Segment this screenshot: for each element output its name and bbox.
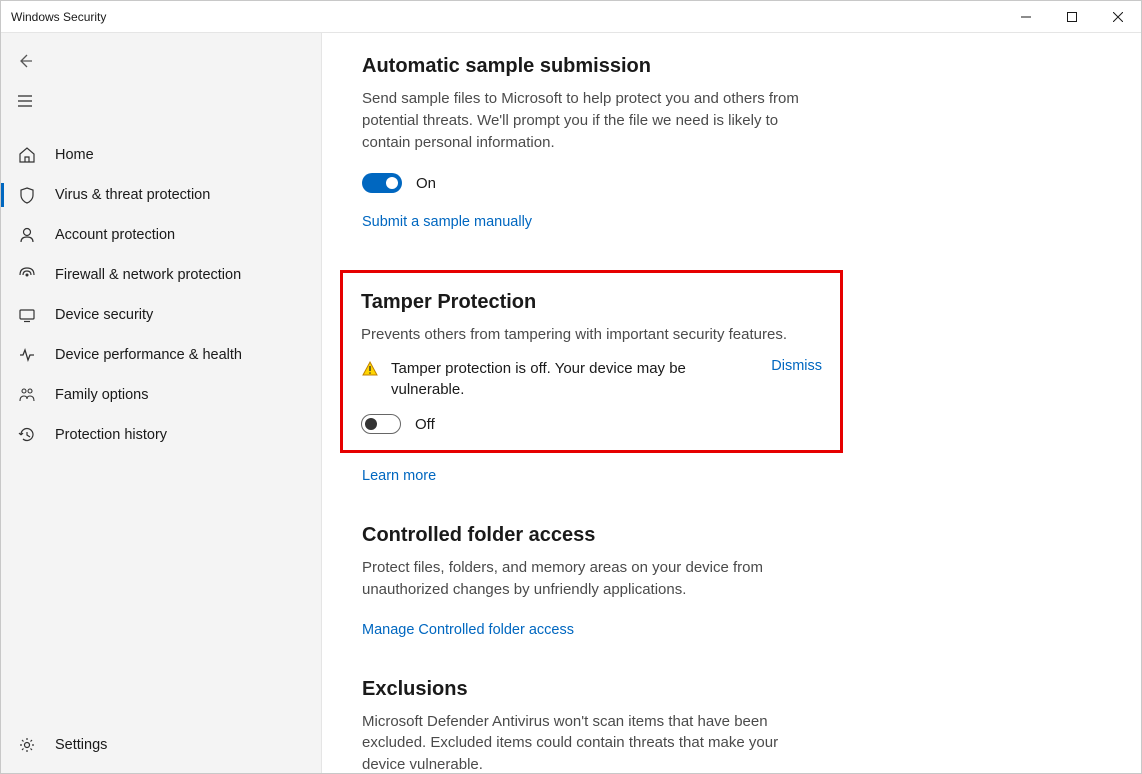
section-tamper-protection: Tamper Protection Prevents others from t…: [362, 270, 1081, 484]
sidebar-item-label: Device performance & health: [55, 347, 242, 363]
sidebar-item-label: Virus & threat protection: [55, 187, 210, 203]
sidebar-item-account[interactable]: Account protection: [1, 215, 321, 255]
minimize-icon: [1021, 12, 1031, 22]
auto-submission-toggle[interactable]: [362, 173, 402, 193]
sidebar-item-firewall[interactable]: Firewall & network protection: [1, 255, 321, 295]
sidebar-item-home[interactable]: Home: [1, 135, 321, 175]
sidebar-item-label: Home: [55, 147, 94, 163]
section-exclusions: Exclusions Microsoft Defender Antivirus …: [362, 678, 1081, 774]
close-icon: [1113, 12, 1123, 22]
back-arrow-icon: [17, 53, 33, 69]
history-icon: [17, 425, 37, 445]
section-auto-submission: Automatic sample submission Send sample …: [362, 55, 1081, 230]
sidebar-item-settings[interactable]: Settings: [1, 725, 321, 765]
section-controlled-folder: Controlled folder access Protect files, …: [362, 524, 1081, 638]
manage-controlled-folder-link[interactable]: Manage Controlled folder access: [362, 622, 574, 638]
device-security-icon: [17, 305, 37, 325]
sidebar-item-label: Protection history: [55, 427, 167, 443]
section-description: Protect files, folders, and memory areas…: [362, 557, 812, 601]
section-description: Send sample files to Microsoft to help p…: [362, 88, 812, 153]
maximize-button[interactable]: [1049, 1, 1095, 33]
warning-row: Tamper protection is off. Your device ma…: [361, 358, 822, 400]
main-content: Automatic sample submission Send sample …: [322, 33, 1141, 773]
section-title: Tamper Protection: [361, 291, 822, 314]
warning-text: Tamper protection is off. Your device ma…: [391, 358, 691, 400]
sidebar-item-protection-history[interactable]: Protection history: [1, 415, 321, 455]
sidebar-item-family[interactable]: Family options: [1, 375, 321, 415]
sidebar-item-label: Firewall & network protection: [55, 267, 241, 283]
sidebar-item-label: Settings: [55, 737, 107, 753]
section-description: Microsoft Defender Antivirus won't scan …: [362, 711, 812, 774]
home-icon: [17, 145, 37, 165]
toggle-label: On: [416, 175, 436, 192]
sidebar-item-device-security[interactable]: Device security: [1, 295, 321, 335]
family-icon: [17, 385, 37, 405]
hamburger-button[interactable]: [1, 81, 321, 121]
sidebar-item-label: Device security: [55, 307, 153, 323]
network-icon: [17, 265, 37, 285]
sidebar-item-device-performance[interactable]: Device performance & health: [1, 335, 321, 375]
health-icon: [17, 345, 37, 365]
warning-icon: [361, 360, 379, 378]
window-title: Windows Security: [11, 10, 106, 24]
minimize-button[interactable]: [1003, 1, 1049, 33]
section-title: Controlled folder access: [362, 524, 1081, 547]
titlebar: Windows Security: [1, 1, 1141, 33]
learn-more-link[interactable]: Learn more: [362, 468, 436, 484]
section-title: Exclusions: [362, 678, 1081, 701]
shield-icon: [17, 185, 37, 205]
account-icon: [17, 225, 37, 245]
gear-icon: [17, 735, 37, 755]
close-button[interactable]: [1095, 1, 1141, 33]
submit-sample-link[interactable]: Submit a sample manually: [362, 214, 532, 230]
back-button[interactable]: [1, 41, 321, 81]
highlight-box: Tamper Protection Prevents others from t…: [340, 270, 843, 453]
dismiss-link[interactable]: Dismiss: [771, 358, 822, 374]
sidebar-item-label: Family options: [55, 387, 148, 403]
tamper-protection-toggle[interactable]: [361, 414, 401, 434]
window: Windows Security Home V: [0, 0, 1142, 774]
hamburger-icon: [17, 93, 33, 109]
sidebar-item-label: Account protection: [55, 227, 175, 243]
maximize-icon: [1067, 12, 1077, 22]
section-title: Automatic sample submission: [362, 55, 1081, 78]
section-description: Prevents others from tampering with impo…: [361, 324, 822, 346]
sidebar: Home Virus & threat protection Account p…: [1, 33, 322, 773]
sidebar-item-virus-threat[interactable]: Virus & threat protection: [1, 175, 321, 215]
toggle-label: Off: [415, 416, 435, 433]
